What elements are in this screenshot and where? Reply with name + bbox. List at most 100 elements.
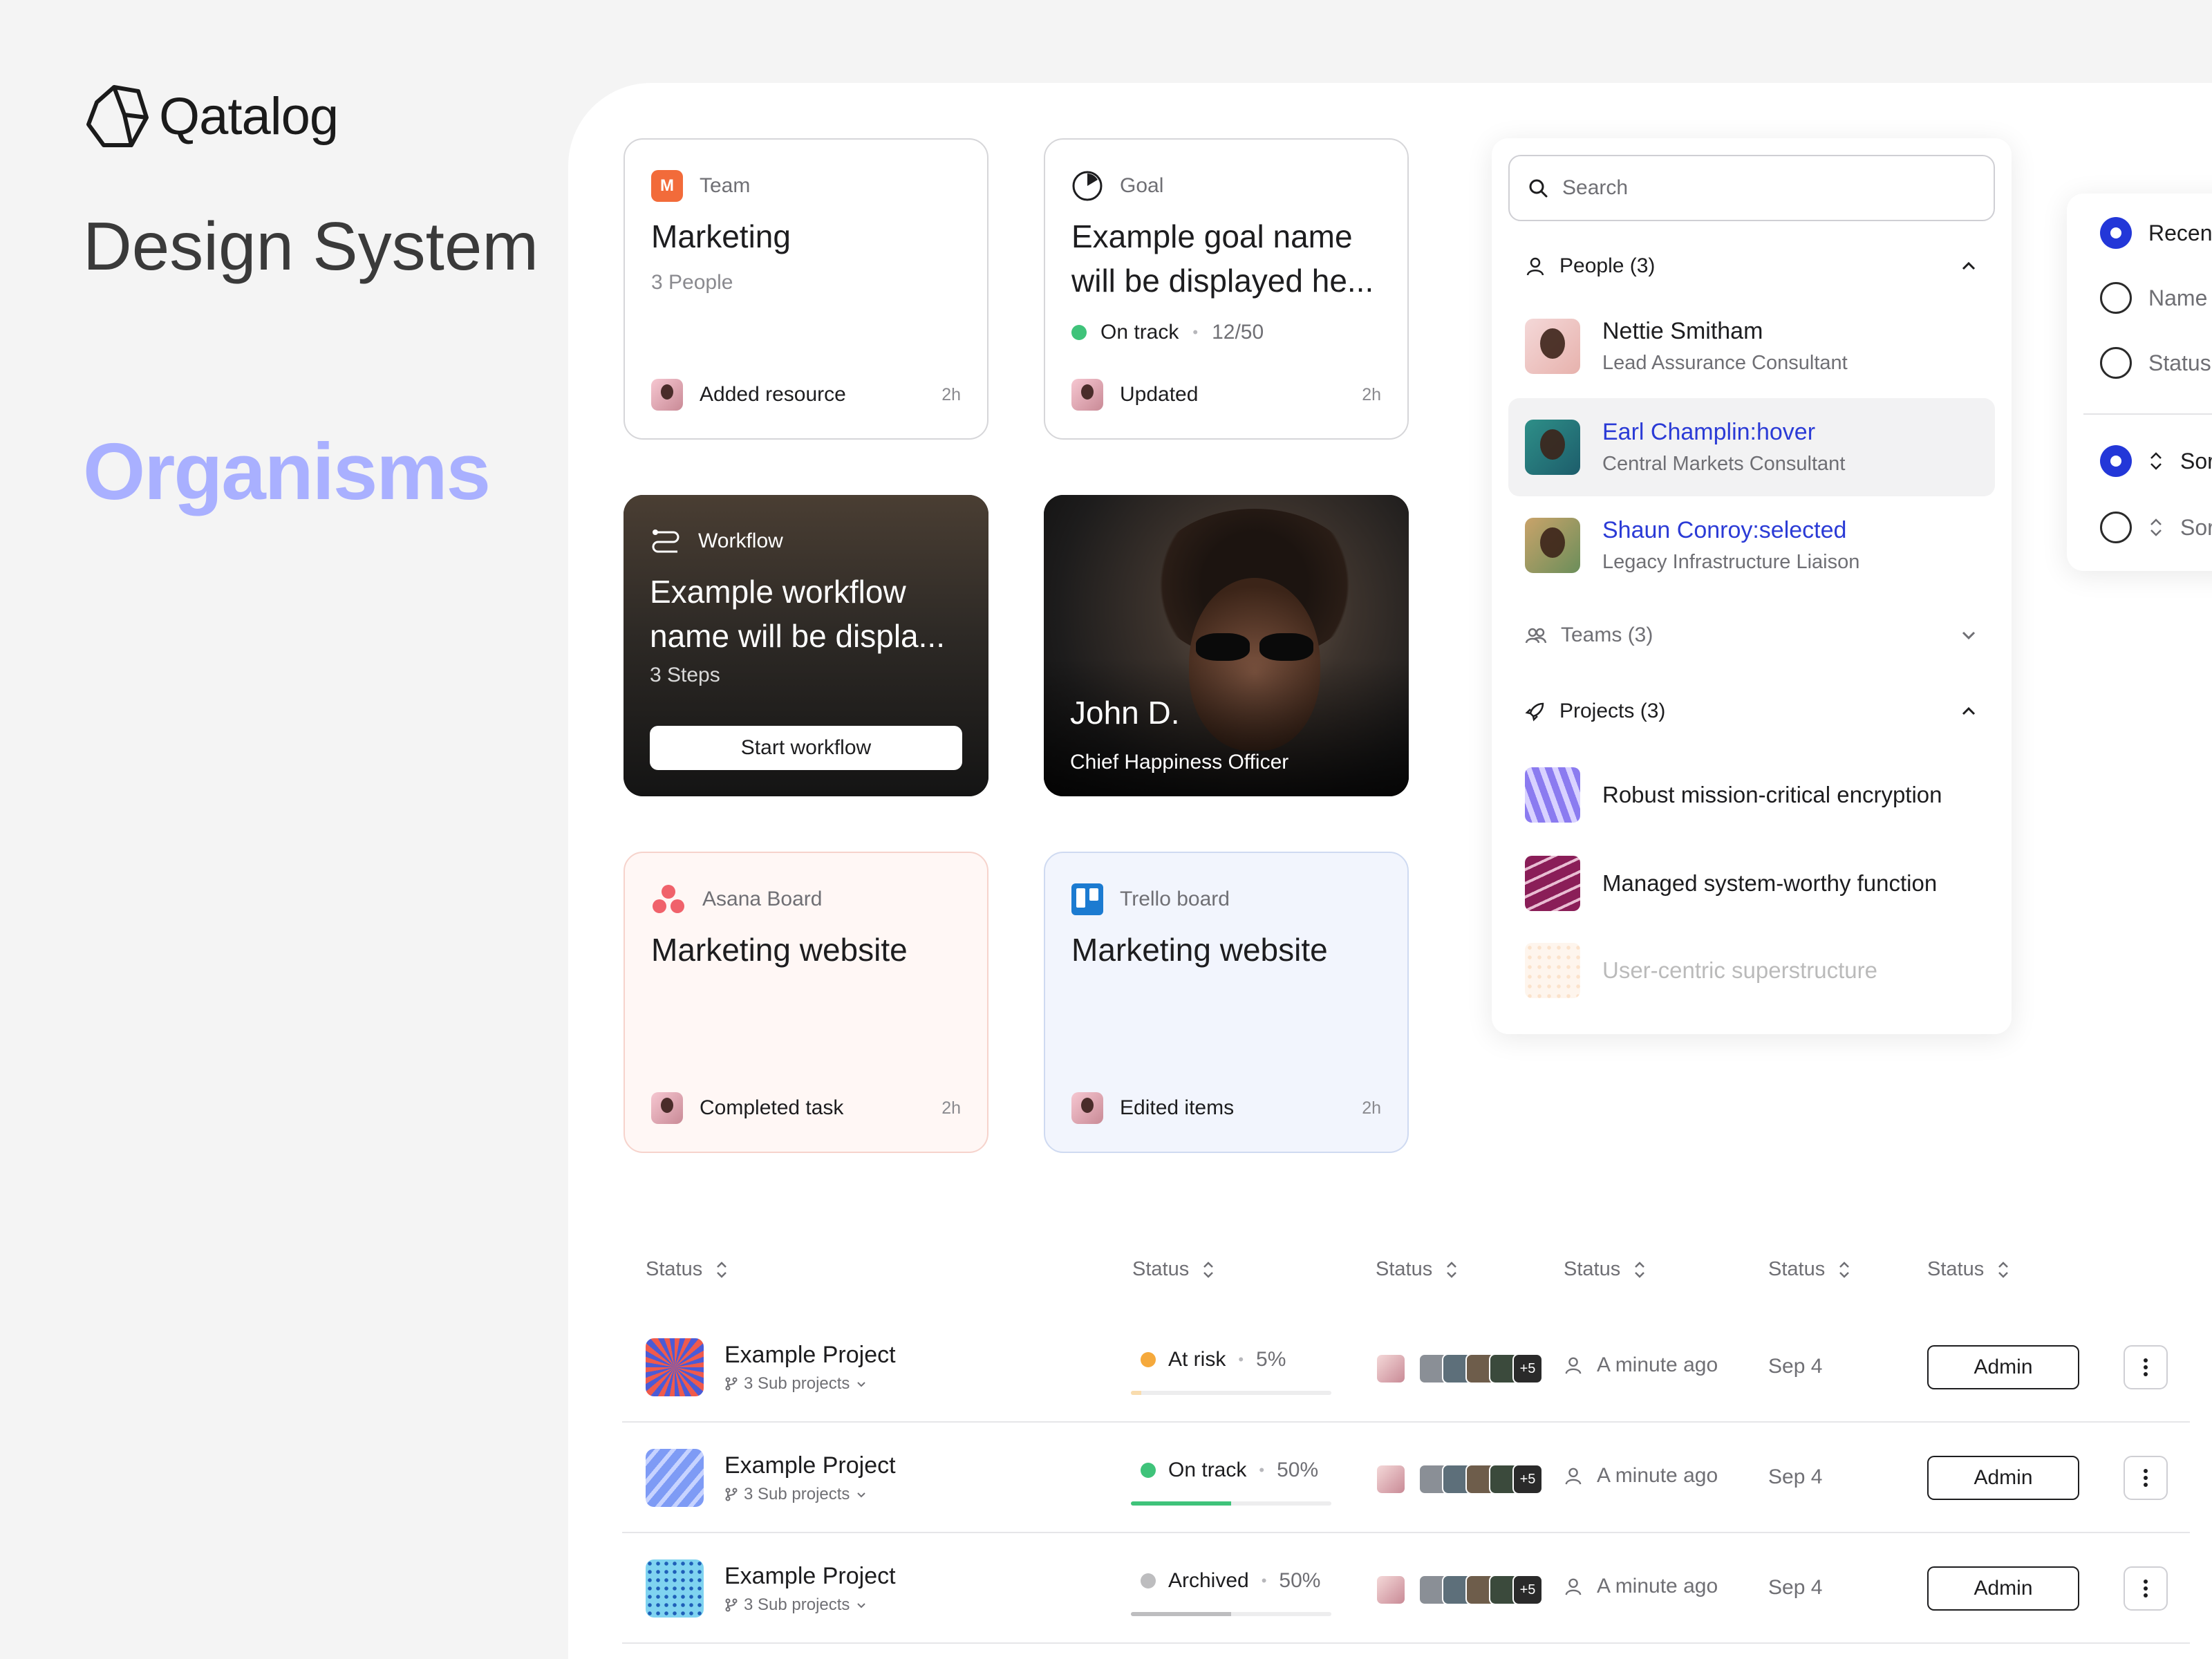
- person-icon: [1565, 1468, 1582, 1485]
- sort-icon[interactable]: [1201, 1260, 1215, 1280]
- project-name: Example Project: [724, 1452, 896, 1479]
- person-role: Chief Happiness Officer: [1070, 751, 1289, 774]
- people-section-header[interactable]: People (3): [1525, 254, 1978, 278]
- more-options-button[interactable]: [2124, 1566, 2168, 1611]
- search-project-row[interactable]: User-centric superstructure: [1525, 943, 1877, 998]
- radio-selected-icon[interactable]: [2100, 445, 2132, 477]
- status-label: At risk: [1168, 1348, 1226, 1371]
- table-row[interactable]: Example Project 3 Sub projects Archived …: [622, 1535, 2190, 1644]
- card-activity: Completed task: [700, 1096, 844, 1119]
- role-button[interactable]: Admin: [1927, 1345, 2079, 1389]
- member-avatars[interactable]: +5: [1376, 1464, 1543, 1494]
- card-time: 2h: [941, 384, 961, 404]
- search-person-row[interactable]: Shaun Conroy:selected Legacy Infrastructu…: [1508, 496, 1995, 594]
- radio-selected-icon[interactable]: [2100, 217, 2132, 249]
- row-actions[interactable]: [2124, 1456, 2168, 1500]
- chevron-down-icon[interactable]: [1959, 626, 1978, 645]
- chevron-up-icon[interactable]: [1959, 702, 1978, 721]
- member-avatars[interactable]: +5: [1376, 1353, 1543, 1384]
- project-cell[interactable]: Example Project 3 Sub projects: [646, 1338, 896, 1396]
- radio-icon[interactable]: [2100, 512, 2132, 543]
- sub-projects[interactable]: 3 Sub projects: [724, 1485, 896, 1504]
- avatar: [1071, 1092, 1103, 1124]
- card-title: Marketing website: [651, 932, 908, 968]
- more-members-badge[interactable]: +5: [1512, 1353, 1543, 1384]
- updated-cell: A minute ago: [1564, 1575, 1718, 1598]
- sort-icon[interactable]: [1996, 1260, 2010, 1280]
- projects-section-header[interactable]: Projects (3): [1525, 700, 1978, 723]
- column-header[interactable]: Status: [1927, 1258, 2010, 1281]
- column-header[interactable]: Status: [1564, 1258, 1647, 1281]
- chevron-down-icon[interactable]: [855, 1378, 868, 1390]
- role-cell[interactable]: Admin: [1927, 1456, 2079, 1500]
- sort-option[interactable]: Sort: [2100, 445, 2212, 477]
- search-person-row[interactable]: Earl Champlin:hover Central Markets Consu…: [1508, 398, 1995, 496]
- more-options-button[interactable]: [2124, 1456, 2168, 1500]
- teams-section-header[interactable]: Teams (3): [1525, 624, 1978, 647]
- avatar: [651, 1092, 683, 1124]
- more-members-badge[interactable]: +5: [1512, 1464, 1543, 1494]
- person-card[interactable]: John D. Chief Happiness Officer: [1044, 495, 1409, 796]
- search-project-row[interactable]: Robust mission-critical encryption: [1525, 767, 1942, 823]
- team-card[interactable]: M Team Marketing 3 People Added resource…: [624, 138, 988, 440]
- column-header[interactable]: Status: [1768, 1258, 1851, 1281]
- more-options-button[interactable]: [2124, 1345, 2168, 1389]
- start-workflow-button[interactable]: Start workflow: [650, 726, 962, 770]
- goal-card[interactable]: Goal Example goal name will be displayed…: [1044, 138, 1409, 440]
- card-kind: Workflow: [698, 529, 783, 552]
- card-activity: Edited items: [1120, 1096, 1235, 1119]
- column-header[interactable]: Status: [1132, 1258, 1215, 1281]
- role-cell[interactable]: Admin: [1927, 1345, 2079, 1389]
- updated-label: A minute ago: [1597, 1575, 1718, 1597]
- trello-card[interactable]: Trello board Marketing website Edited it…: [1044, 852, 1409, 1153]
- sort-option[interactable]: Sort: [2100, 512, 2212, 543]
- project-cell[interactable]: Example Project 3 Sub projects: [646, 1559, 896, 1618]
- sub-projects[interactable]: 3 Sub projects: [724, 1374, 896, 1394]
- row-actions[interactable]: [2124, 1345, 2168, 1389]
- asana-card[interactable]: Asana Board Marketing website Completed …: [624, 852, 988, 1153]
- sort-icon[interactable]: [1837, 1260, 1851, 1280]
- radio-icon[interactable]: [2100, 282, 2132, 314]
- sort-icon[interactable]: [715, 1260, 729, 1280]
- sort-icon[interactable]: [1445, 1260, 1459, 1280]
- person-name: Earl Champlin:hover: [1602, 419, 1816, 445]
- project-name: User-centric superstructure: [1602, 957, 1877, 983]
- card-kind: Trello board: [1120, 888, 1230, 910]
- search-project-row[interactable]: Managed system-worthy function: [1525, 856, 1937, 911]
- column-header-label: Status: [1132, 1258, 1190, 1280]
- sort-icon[interactable]: [1633, 1260, 1647, 1280]
- team-icon: [1525, 628, 1547, 644]
- card-header: Workflow: [650, 525, 783, 557]
- radio-icon[interactable]: [2100, 347, 2132, 379]
- search-box[interactable]: [1508, 155, 1995, 221]
- sub-projects[interactable]: 3 Sub projects: [724, 1595, 896, 1615]
- avatar: [1071, 379, 1103, 411]
- table-row[interactable]: Example Project 3 Sub projects At risk •…: [622, 1313, 2190, 1423]
- chevron-down-icon[interactable]: [855, 1599, 868, 1611]
- role-cell[interactable]: Admin: [1927, 1566, 2079, 1611]
- column-header[interactable]: Status: [646, 1258, 729, 1281]
- branch-icon: [725, 1488, 738, 1501]
- filter-option-recent[interactable]: Recent: [2100, 217, 2212, 249]
- date-cell: Sep 4: [1768, 1576, 1823, 1599]
- chevron-down-icon[interactable]: [855, 1488, 868, 1501]
- avatar: [1376, 1353, 1406, 1384]
- role-button[interactable]: Admin: [1927, 1566, 2079, 1611]
- project-cell[interactable]: Example Project 3 Sub projects: [646, 1449, 896, 1507]
- chevron-up-icon[interactable]: [1959, 256, 1978, 276]
- more-members-badge[interactable]: +5: [1512, 1575, 1543, 1605]
- filter-option-name[interactable]: Name: [2100, 282, 2207, 314]
- card-header: Trello board: [1071, 883, 1230, 915]
- search-input[interactable]: [1562, 176, 1977, 200]
- column-header[interactable]: Status: [1376, 1258, 1459, 1281]
- filter-option-status[interactable]: Status: [2100, 347, 2211, 379]
- card-footer: Edited items 2h: [1071, 1092, 1381, 1124]
- card-activity: Added resource: [700, 383, 846, 406]
- workflow-card[interactable]: Workflow Example workflow name will be d…: [624, 495, 988, 796]
- search-person-row[interactable]: Nettie Smitham Lead Assurance Consultant: [1508, 297, 1995, 395]
- role-button[interactable]: Admin: [1927, 1456, 2079, 1500]
- member-avatars[interactable]: +5: [1376, 1575, 1543, 1605]
- table-row[interactable]: Example Project 3 Sub projects On track …: [622, 1424, 2190, 1533]
- sub-projects-label: 3 Sub projects: [744, 1484, 850, 1503]
- row-actions[interactable]: [2124, 1566, 2168, 1611]
